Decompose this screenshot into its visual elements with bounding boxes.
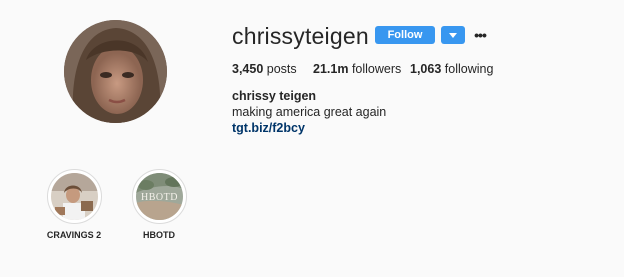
highlight-cover-text: HBOTD [141,192,178,203]
posts-stat: 3,450 posts [232,62,297,76]
avatar-image [64,20,167,123]
profile-full-name: chrissy teigen [232,89,317,103]
followers-stat[interactable]: 21.1m followers [313,62,401,76]
highlight-cover-image: HBOTD [135,173,183,220]
followers-label: followers [351,62,402,76]
story-highlight-cravings-2[interactable]: CRAVINGS 2 [39,169,109,240]
profile-avatar[interactable] [64,20,167,123]
following-label: following [444,62,494,76]
profile-website-link[interactable]: tgt.biz/f2bcy [232,121,305,135]
suggested-accounts-dropdown-button[interactable] [441,26,465,44]
following-count: 1,063 [410,62,442,76]
more-options-icon[interactable]: ••• [472,26,488,44]
profile-bio: making america great again [232,105,387,119]
highlight-ring: HBOTD [131,169,187,224]
highlight-ring [46,169,102,224]
highlight-label: HBOTD [143,230,175,240]
posts-label: posts [266,62,297,76]
highlight-label: CRAVINGS 2 [46,230,102,240]
posts-count: 3,450 [232,62,264,76]
profile-header: chrissyteigen [232,22,389,50]
followers-count: 21.1m [313,62,349,76]
username: chrissyteigen [232,23,369,49]
story-highlight-hbotd[interactable]: HBOTD HBOTD [124,169,194,240]
following-stat[interactable]: 1,063 following [410,62,493,76]
highlight-cover-image [50,173,98,220]
chevron-down-icon [449,32,457,38]
follow-button[interactable]: Follow [375,26,435,44]
